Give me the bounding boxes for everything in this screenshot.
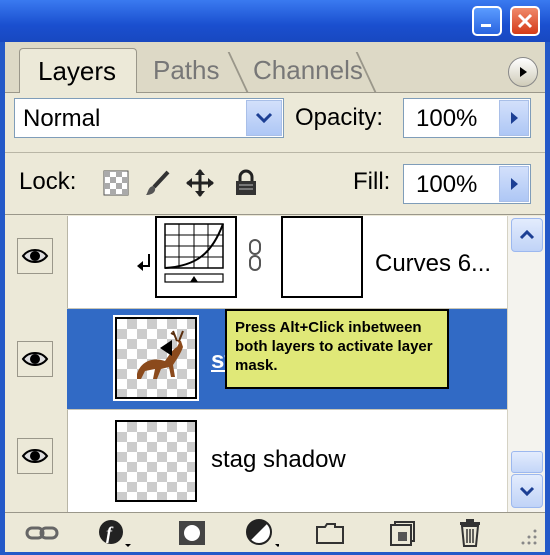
layer-mask-thumbnail[interactable] (281, 216, 363, 298)
visibility-toggle[interactable] (17, 238, 53, 274)
new-group-icon[interactable] (313, 518, 347, 548)
layer-mask-icon[interactable] (175, 518, 209, 548)
lock-all-icon[interactable] (231, 168, 261, 198)
layer-row-curves[interactable]: Curves 6... (5, 216, 507, 308)
eye-icon (21, 249, 49, 263)
layers-bottom-toolbar: f (5, 512, 545, 552)
scroll-thumb[interactable] (511, 451, 543, 473)
scroll-up-button[interactable] (511, 218, 543, 252)
curves-icon (164, 223, 224, 283)
clipping-arrow-icon (137, 254, 150, 271)
panel-menu-button[interactable] (508, 57, 538, 87)
link-layers-icon[interactable] (25, 518, 59, 548)
panel-client: Paths Channels Layers Normal Opacity: 10… (5, 42, 545, 552)
adjustment-layer-icon[interactable] (245, 518, 279, 548)
visibility-toggle[interactable] (17, 341, 53, 377)
tab-strip: Paths Channels Layers (5, 42, 545, 93)
close-icon (517, 13, 533, 29)
opacity-field[interactable]: 100% (403, 98, 531, 138)
stag-shadow-layer-thumbnail[interactable] (115, 420, 197, 502)
lock-transparency-icon[interactable] (101, 168, 131, 198)
tab-paths[interactable]: Paths (145, 48, 240, 92)
opacity-value: 100% (416, 105, 478, 132)
tab-layers[interactable]: Layers (19, 48, 137, 93)
layer-style-icon[interactable]: f (97, 518, 131, 548)
blend-mode-dropdown-button[interactable] (246, 100, 282, 136)
minimize-icon (481, 24, 491, 27)
minimize-button[interactable] (472, 6, 502, 36)
tooltip-pointer (160, 340, 172, 356)
layer-row-stag-shadow[interactable]: stag shadow (5, 410, 507, 512)
stag-layer-thumbnail[interactable] (113, 315, 199, 401)
chevron-right-icon (511, 178, 518, 190)
layers-scrollbar[interactable] (507, 216, 545, 512)
title-bar[interactable] (0, 0, 550, 42)
blend-row: Normal Opacity: 100% (5, 92, 545, 153)
lock-label: Lock: (19, 168, 77, 195)
stag-image-icon (137, 330, 184, 379)
chain-link-icon[interactable] (247, 238, 263, 272)
opacity-label: Opacity: (295, 104, 384, 131)
blend-mode-select[interactable]: Normal (14, 98, 284, 138)
trash-icon[interactable] (453, 518, 487, 548)
lock-row: Lock: Fill: 100% (5, 154, 545, 215)
flyout-arrow-icon (520, 67, 527, 77)
scroll-down-button[interactable] (511, 474, 543, 508)
lock-position-icon[interactable] (185, 168, 215, 198)
close-button[interactable] (510, 6, 540, 36)
fill-field[interactable]: 100% (403, 164, 531, 204)
layers-panel-window: Paths Channels Layers Normal Opacity: 10… (0, 0, 550, 555)
curves-adjustment-thumbnail[interactable] (155, 216, 237, 298)
eye-icon (21, 352, 49, 366)
tooltip: Press Alt+Click inbetween both layers to… (225, 309, 449, 389)
fill-label: Fill: (353, 168, 391, 195)
new-layer-icon[interactable] (385, 518, 419, 548)
eye-icon (21, 449, 49, 463)
blend-mode-value: Normal (23, 105, 101, 132)
chevron-right-icon (511, 112, 518, 124)
opacity-slider-button[interactable] (499, 100, 529, 136)
fill-value: 100% (416, 171, 478, 198)
chevron-down-icon (519, 486, 535, 496)
resize-grip-icon[interactable] (517, 525, 539, 547)
layer-name-stag-shadow[interactable]: stag shadow (211, 446, 346, 474)
fill-slider-button[interactable] (499, 166, 529, 202)
chevron-up-icon (519, 230, 535, 240)
visibility-toggle[interactable] (17, 438, 53, 474)
lock-paint-icon[interactable] (143, 168, 173, 198)
layer-name-curves[interactable]: Curves 6... (375, 250, 491, 278)
chevron-down-icon (255, 112, 273, 124)
